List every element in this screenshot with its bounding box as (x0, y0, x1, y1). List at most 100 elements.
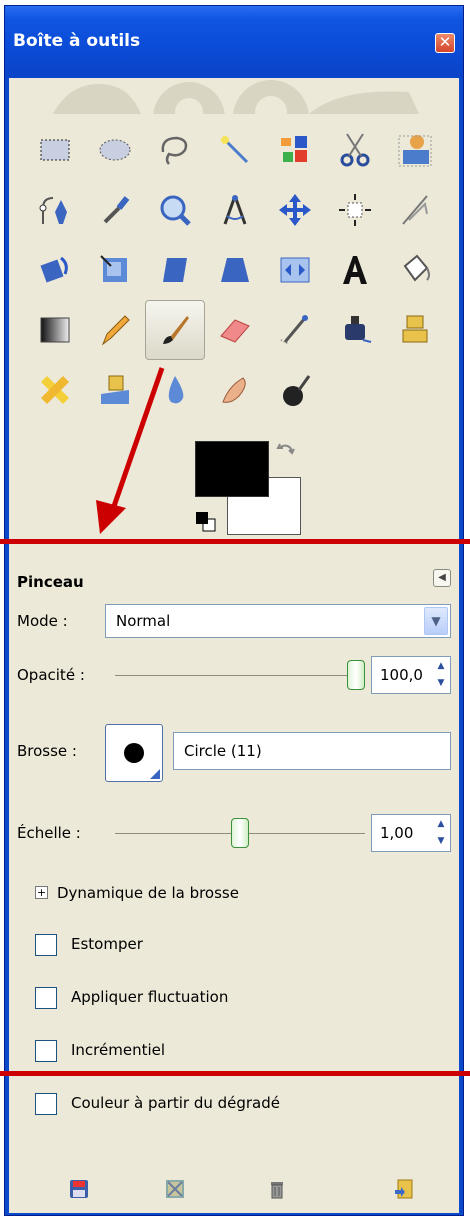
checkbox-label: Appliquer fluctuation (71, 988, 229, 1006)
tool-button[interactable] (85, 240, 145, 300)
tool-button[interactable] (385, 240, 445, 300)
tool-button[interactable] (85, 300, 145, 360)
spin-arrows[interactable]: ▲ ▼ (433, 658, 449, 692)
tool-button[interactable] (145, 240, 205, 300)
rect-select-icon (40, 139, 70, 161)
mode-value: Normal (116, 612, 171, 630)
checkbox[interactable] (35, 934, 57, 956)
fuzzy-select-icon (221, 136, 249, 164)
restore-preset-icon[interactable] (164, 1178, 186, 1200)
title-bar[interactable]: Boîte à outils ✕ (5, 6, 463, 78)
tool-button[interactable] (145, 180, 205, 240)
perspective-clone-icon (101, 375, 129, 404)
spin-down-icon[interactable]: ▼ (433, 675, 449, 692)
reset-icon[interactable] (392, 1178, 414, 1200)
scale-value: 1,00 (380, 824, 414, 842)
tool-button[interactable] (205, 120, 265, 180)
tool-button[interactable] (265, 180, 325, 240)
tool-button[interactable] (145, 120, 205, 180)
rotate-icon (40, 256, 68, 283)
crop-icon (402, 195, 428, 225)
tool-button[interactable] (385, 300, 445, 360)
scale-slider-thumb[interactable] (231, 818, 249, 848)
default-colors-icon[interactable] (195, 511, 217, 533)
delete-preset-icon[interactable] (266, 1178, 288, 1200)
tool-button[interactable] (25, 240, 85, 300)
brush-corner-icon (150, 769, 160, 779)
tool-button[interactable] (385, 180, 445, 240)
tool-button[interactable] (205, 360, 265, 420)
tool-button[interactable] (85, 120, 145, 180)
color-picker-icon (103, 196, 130, 224)
foreground-color-swatch[interactable] (195, 441, 269, 497)
brush-circle-icon (124, 743, 144, 763)
tool-button[interactable] (325, 300, 385, 360)
scale-label: Échelle : (17, 824, 81, 842)
paths-icon (39, 197, 67, 224)
expand-plus-icon[interactable]: + (35, 886, 48, 899)
tool-button[interactable] (25, 120, 85, 180)
tool-button[interactable] (85, 180, 145, 240)
tool-button[interactable] (85, 360, 145, 420)
spin-down-icon[interactable]: ▼ (433, 833, 449, 850)
smudge-icon (222, 377, 246, 403)
opacity-slider-track[interactable] (115, 675, 365, 676)
tool-button[interactable] (265, 120, 325, 180)
swap-colors-icon[interactable] (275, 441, 297, 463)
tool-button[interactable] (205, 180, 265, 240)
tool-button[interactable] (265, 240, 325, 300)
flip-icon (280, 257, 310, 283)
checkbox-label: Incrémentiel (71, 1041, 166, 1059)
tool-button[interactable] (265, 360, 325, 420)
ellipse-select-icon (99, 139, 131, 161)
options-bottom-bar (9, 1174, 459, 1204)
wilber-drop-area (53, 80, 419, 114)
airbrush-icon (280, 315, 308, 345)
brush-label: Brosse : (17, 742, 77, 760)
checkbox[interactable] (35, 987, 57, 1009)
free-select-icon (161, 136, 188, 165)
spin-up-icon[interactable]: ▲ (433, 816, 449, 833)
mode-combo[interactable]: Normal ▼ (105, 604, 451, 638)
measure-icon (223, 195, 247, 225)
tool-button[interactable] (145, 300, 205, 360)
brush-preview-button[interactable] (105, 724, 163, 782)
spin-arrows[interactable]: ▲ ▼ (433, 816, 449, 850)
tool-button[interactable] (205, 240, 265, 300)
checkbox[interactable] (35, 1093, 57, 1115)
align-icon (339, 194, 371, 226)
scale-spinbox[interactable]: 1,00 ▲ ▼ (371, 814, 451, 852)
blur-icon (168, 376, 184, 404)
opacity-value: 100,0 (380, 666, 423, 684)
brush-name-field[interactable]: Circle (11) (173, 732, 451, 770)
options-menu-button[interactable]: ◀ (433, 569, 451, 587)
tool-button[interactable] (25, 300, 85, 360)
tool-button[interactable] (25, 180, 85, 240)
opacity-slider-thumb[interactable] (347, 660, 365, 690)
tool-button[interactable] (205, 300, 265, 360)
opacity-spinbox[interactable]: 100,0 ▲ ▼ (371, 656, 451, 694)
perspective-icon (221, 258, 249, 282)
window-title: Boîte à outils (13, 31, 141, 51)
color-select-icon (281, 136, 307, 162)
tool-button[interactable] (325, 180, 385, 240)
tool-button[interactable] (25, 360, 85, 420)
toolbox-client: Pinceau ◀ Mode : Normal ▼ Opacité : 100,… (9, 78, 459, 1213)
save-preset-icon[interactable] (68, 1178, 90, 1200)
text-icon (343, 256, 367, 284)
tool-button[interactable] (385, 120, 445, 180)
tool-button[interactable] (325, 120, 385, 180)
tool-button[interactable] (145, 360, 205, 420)
tool-button[interactable] (325, 240, 385, 300)
checkbox-label: Estomper (71, 935, 143, 953)
ink-icon (345, 316, 372, 343)
spin-up-icon[interactable]: ▲ (433, 658, 449, 675)
brush-name-value: Circle (11) (184, 742, 262, 760)
annotation-line-bottom (0, 1071, 470, 1076)
shear-icon (163, 258, 187, 282)
close-button[interactable]: ✕ (435, 33, 455, 53)
blend-icon (40, 317, 70, 343)
checkbox[interactable] (35, 1040, 57, 1062)
chevron-down-icon[interactable]: ▼ (424, 607, 448, 635)
tool-button[interactable] (265, 300, 325, 360)
